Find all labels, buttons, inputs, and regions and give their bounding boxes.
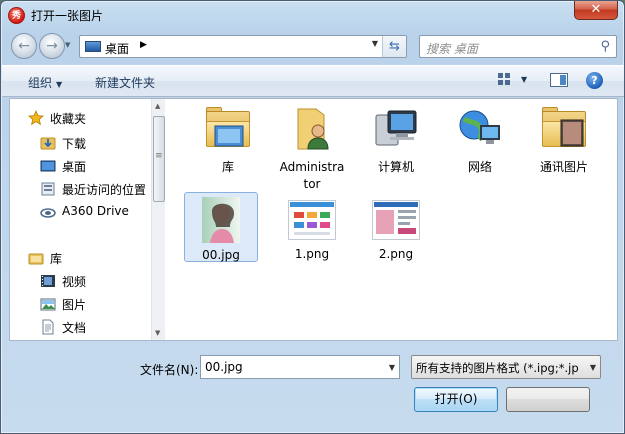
new-folder-button[interactable]: 新建文件夹: [95, 74, 155, 91]
png-thumbnail-icon: [288, 200, 336, 240]
address-bar[interactable]: 桌面 ▶ ▼ ⇆: [79, 35, 407, 58]
sidebar-item-label: 文档: [62, 321, 87, 335]
command-toolbar: 组织 ▼ 新建文件夹 ▼ ?: [2, 65, 624, 97]
forward-arrow-icon: →: [46, 38, 58, 54]
file-label: 1.png: [294, 247, 330, 261]
close-button[interactable]: ✕: [574, 1, 618, 20]
file-item-2-png[interactable]: 2.png: [358, 200, 434, 263]
desktop-icon: [85, 41, 101, 52]
sidebar-item-label: A360 Drive: [62, 204, 129, 218]
preview-pane-icon[interactable]: [550, 73, 568, 87]
search-icon[interactable]: ⚲: [600, 39, 610, 54]
sidebar-item-label: 视频: [62, 275, 87, 289]
chevron-down-icon: ▼: [56, 80, 63, 89]
star-icon: [28, 109, 44, 126]
library-folder-icon: [204, 105, 252, 153]
desktop-icon: [40, 158, 56, 173]
file-item-computer[interactable]: 计算机: [358, 105, 434, 176]
file-label: 通讯图片: [539, 160, 588, 174]
file-type-select[interactable]: 所有支持的图片格式 (*.ipg;*.jp ▼: [411, 355, 601, 379]
video-icon: [40, 273, 56, 288]
back-arrow-icon: ←: [18, 38, 30, 54]
file-list: 库 Administra tor 计算机 网络 通讯图片 00.jpg 1.pn…: [168, 99, 617, 340]
file-item-image-folder[interactable]: 通讯图片: [526, 105, 602, 176]
sidebar-item-label: 收藏夹: [50, 112, 87, 126]
recent-pages-button[interactable]: ▼: [65, 41, 74, 50]
filename-label: 文件名(N):: [140, 363, 199, 377]
open-button[interactable]: 打开(O): [414, 387, 498, 412]
file-item-administrator[interactable]: Administra tor: [274, 105, 350, 193]
back-button[interactable]: ←: [11, 33, 37, 59]
download-folder-icon: [40, 135, 56, 150]
library-icon: [28, 250, 44, 265]
file-item-1-png[interactable]: 1.png: [274, 200, 350, 263]
organize-label: 组织: [28, 76, 53, 90]
user-folder-icon: [288, 105, 336, 153]
chevron-down-icon[interactable]: ▼: [389, 363, 395, 372]
file-label: Administra tor: [279, 160, 345, 191]
content-area: 收藏夹 下载 桌面 最近访问的位置 A360 Drive 库 视频 图片 文档 …: [9, 98, 618, 341]
address-location[interactable]: 桌面: [105, 40, 129, 57]
scroll-down-icon[interactable]: ▼: [155, 329, 160, 337]
help-icon[interactable]: ?: [586, 72, 603, 89]
view-options-dropdown-icon[interactable]: ▼: [521, 75, 527, 84]
file-item-00-jpg[interactable]: 00.jpg: [184, 192, 258, 262]
app-logo-icon: 秀: [8, 7, 25, 24]
refresh-icon: ⇆: [389, 39, 400, 54]
file-label: 00.jpg: [202, 248, 240, 262]
file-label: 库: [221, 160, 234, 174]
filename-field[interactable]: ▼: [200, 355, 400, 379]
open-image-dialog: 秀 打开一张图片 ✕ ← → ▼ 桌面 ▶ ▼ ⇆ 搜索 桌面 ⚲ 组织 ▼ 新建…: [0, 0, 625, 434]
title-bar[interactable]: 秀 打开一张图片 ✕: [1, 1, 624, 29]
recent-places-icon: [40, 181, 56, 196]
sidebar-item-label: 桌面: [62, 160, 87, 174]
organize-button[interactable]: 组织 ▼: [28, 74, 62, 91]
window-title: 打开一张图片: [31, 9, 104, 23]
network-icon: [456, 105, 504, 153]
file-label: 计算机: [377, 160, 414, 174]
sidebar-item-label: 库: [50, 252, 63, 266]
file-label: 2.png: [378, 247, 414, 261]
view-options-icon[interactable]: [498, 73, 512, 87]
documents-icon: [40, 319, 56, 335]
navigation-pane-scrollbar[interactable]: ▲ ▼: [151, 99, 165, 340]
cancel-button[interactable]: [506, 387, 590, 412]
search-placeholder: 搜索 桌面: [426, 42, 478, 56]
refresh-button[interactable]: ⇆: [382, 36, 406, 57]
scrollbar-thumb[interactable]: [153, 116, 165, 202]
navigation-pane: 收藏夹 下载 桌面 最近访问的位置 A360 Drive 库 视频 图片 文档 …: [10, 99, 165, 340]
sidebar-item-label: 最近访问的位置: [62, 183, 147, 197]
image-folder-icon: [540, 105, 588, 153]
computer-icon: [372, 105, 420, 153]
file-type-value: 所有支持的图片格式 (*.ipg;*.jp: [416, 361, 579, 375]
sidebar-item-label: 下载: [62, 137, 87, 151]
address-dropdown-icon[interactable]: ▼: [372, 39, 378, 48]
cloud-drive-icon: [40, 204, 56, 219]
breadcrumb-arrow-icon[interactable]: ▶: [140, 40, 147, 50]
navigation-bar: ← → ▼ 桌面 ▶ ▼ ⇆ 搜索 桌面 ⚲: [1, 31, 624, 61]
search-input[interactable]: 搜索 桌面 ⚲: [419, 35, 617, 58]
filename-input[interactable]: [201, 356, 381, 378]
forward-button[interactable]: →: [39, 33, 65, 59]
file-label: 网络: [467, 160, 492, 174]
file-item-network[interactable]: 网络: [442, 105, 518, 176]
file-item-library[interactable]: 库: [190, 105, 266, 176]
scroll-up-icon[interactable]: ▲: [155, 102, 160, 110]
chevron-down-icon[interactable]: ▼: [590, 363, 596, 372]
png-thumbnail-icon: [372, 200, 420, 240]
sidebar-item-label: 图片: [62, 298, 87, 312]
pictures-icon: [40, 296, 56, 311]
chevron-down-icon: ▼: [65, 41, 71, 49]
photo-thumbnail-icon: [202, 197, 240, 245]
